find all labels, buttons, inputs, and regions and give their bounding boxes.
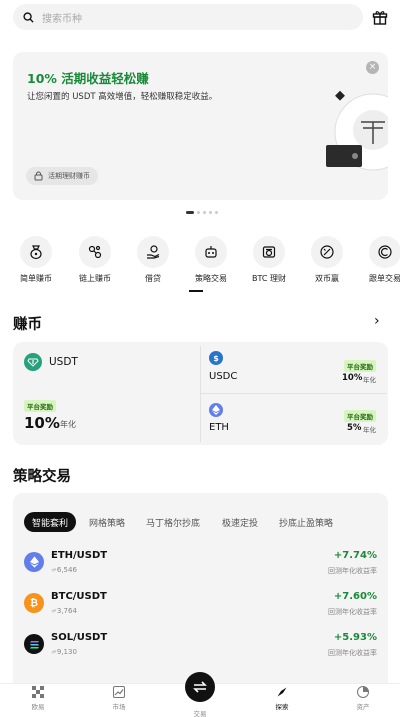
strategy-row-sol[interactable]: SOL/USDT ⩫9,130 +5.93% 回测年化收益率 bbox=[13, 627, 388, 665]
apr-label: 年化 bbox=[363, 376, 376, 384]
earn-item-eth[interactable]: ETH 平台奖励 5% 年化 bbox=[201, 394, 388, 445]
quickmenu-label: 策略交易 bbox=[195, 274, 227, 283]
btc-icon: ₿ bbox=[24, 593, 44, 613]
platform-reward-badge: 平台奖励 bbox=[24, 400, 56, 412]
quickmenu-label: BTC 理财 bbox=[251, 274, 287, 283]
pair-name: BTC/USDT bbox=[51, 591, 107, 602]
copy-trade-icon bbox=[378, 245, 392, 259]
earn-item-usdt[interactable]: USDT 平台奖励 10% 年化 bbox=[13, 342, 200, 445]
apr-value: +7.60% bbox=[333, 591, 377, 602]
apr-value: 10% bbox=[342, 373, 363, 383]
quickmenu-label: 简单赚币 bbox=[20, 274, 52, 283]
quickmenu-label: 借贷 bbox=[145, 274, 161, 283]
coin-name: ETH bbox=[209, 422, 229, 433]
search-input[interactable]: 搜索币种 bbox=[13, 4, 363, 30]
tab-smart-arbitrage[interactable]: 智能套利 bbox=[24, 512, 77, 532]
apr-value: 5% bbox=[347, 423, 362, 433]
loan-icon bbox=[147, 245, 160, 259]
quickmenu-onchain-earn[interactable]: 链上赚币 bbox=[65, 236, 125, 284]
tab-dca[interactable]: 极速定投 bbox=[222, 512, 258, 532]
apr-value: +7.74% bbox=[333, 550, 377, 561]
usdt-icon bbox=[24, 353, 42, 371]
quickmenu-btc-finance[interactable]: BTC 理财 bbox=[239, 236, 299, 284]
dual-coin-icon bbox=[320, 245, 334, 259]
platform-reward-badge: 平台奖励 bbox=[344, 360, 376, 372]
user-count: ⩫3,764 bbox=[51, 607, 77, 615]
chart-icon bbox=[113, 686, 125, 698]
quickmenu-loan[interactable]: 借贷 bbox=[123, 236, 183, 284]
nav-label: 资产 bbox=[356, 703, 370, 711]
quickmenu-label: 链上赚币 bbox=[79, 274, 111, 283]
eth-icon bbox=[24, 552, 44, 572]
nav-label: 市场 bbox=[112, 703, 126, 711]
earn-item-usdc[interactable]: $ USDC 平台奖励 10% 年化 bbox=[201, 342, 388, 393]
apr-value: +5.93% bbox=[333, 632, 377, 643]
quickmenu-strategy-trading[interactable]: 策略交易 bbox=[181, 236, 241, 284]
banner-illustration bbox=[326, 90, 388, 171]
nav-label: 探索 bbox=[275, 703, 289, 711]
nav-explore[interactable]: 探索 bbox=[257, 686, 307, 711]
nav-label: 欧易 bbox=[31, 703, 45, 711]
quickmenu-simple-earn[interactable]: 简单赚币 bbox=[6, 236, 66, 284]
apr-value: 10% bbox=[24, 414, 60, 432]
pair-name: ETH/USDT bbox=[51, 550, 108, 561]
robot-icon bbox=[205, 246, 217, 258]
quickmenu-copy-trading[interactable]: 跟单交易 bbox=[355, 236, 400, 284]
chevron-right-icon[interactable]: › bbox=[374, 313, 380, 329]
banner-subtitle: 让您闲置的 USDT 高效增值，轻松赚取稳定收益。 bbox=[27, 92, 218, 102]
quickmenu-active-indicator bbox=[189, 290, 203, 292]
pie-icon bbox=[357, 686, 369, 698]
pair-name: SOL/USDT bbox=[51, 632, 108, 643]
eth-icon bbox=[209, 403, 223, 417]
search-placeholder: 搜索币种 bbox=[42, 13, 82, 25]
platform-reward-badge: 平台奖励 bbox=[344, 410, 376, 422]
apr-label: 年化 bbox=[60, 420, 76, 429]
chain-icon bbox=[88, 245, 102, 259]
coin-name: USDT bbox=[49, 356, 78, 368]
moneybag-icon bbox=[30, 245, 42, 260]
nav-assets[interactable]: 资产 bbox=[338, 686, 388, 711]
quickmenu-label: 跟单交易 bbox=[369, 274, 400, 283]
lock-icon bbox=[34, 171, 43, 181]
apr-label: 年化 bbox=[363, 426, 376, 434]
quickmenu-dual-coin[interactable]: 双币赢 bbox=[297, 236, 357, 284]
user-count: ⩫9,130 bbox=[51, 648, 77, 656]
quickmenu-label: 双币赢 bbox=[315, 274, 339, 283]
promo-banner[interactable]: 10% 活期收益轻松赚 让您闲置的 USDT 高效增值，轻松赚取稳定收益。 活期… bbox=[13, 52, 388, 200]
btc-wallet-icon bbox=[262, 246, 276, 258]
sol-icon bbox=[24, 634, 44, 654]
trade-button[interactable] bbox=[185, 672, 215, 702]
coin-name: USDC bbox=[209, 371, 238, 382]
tab-martingale[interactable]: 马丁格尔抄底 bbox=[146, 512, 200, 532]
earn-section-title: 赚币 bbox=[13, 317, 42, 333]
nav-market[interactable]: 市场 bbox=[94, 686, 144, 711]
close-icon[interactable]: × bbox=[366, 61, 379, 74]
tab-grid[interactable]: 网格策略 bbox=[89, 512, 125, 532]
apr-label: 回测年化收益率 bbox=[328, 608, 377, 616]
strategy-row-eth[interactable]: ETH/USDT ⩫6,546 +7.74% 回测年化收益率 bbox=[13, 545, 388, 583]
banner-title: 10% 活期收益轻松赚 bbox=[27, 71, 149, 86]
gift-icon[interactable] bbox=[371, 8, 389, 26]
okx-logo-icon bbox=[32, 686, 44, 698]
banner-pagination bbox=[186, 211, 218, 214]
apr-label: 回测年化收益率 bbox=[328, 567, 377, 575]
nav-label: 交易 bbox=[193, 710, 207, 717]
nav-home[interactable]: 欧易 bbox=[13, 686, 63, 711]
strategy-row-btc[interactable]: ₿ BTC/USDT ⩫3,764 +7.60% 回测年化收益率 bbox=[13, 586, 388, 624]
search-icon bbox=[23, 11, 34, 23]
tab-take-profit[interactable]: 抄底止盈策略 bbox=[279, 512, 333, 532]
apr-label: 回测年化收益率 bbox=[328, 649, 377, 657]
swap-icon bbox=[193, 681, 207, 693]
banner-chip-label: 活期理财赚币 bbox=[48, 172, 90, 180]
user-count: ⩫6,546 bbox=[51, 566, 77, 574]
strategy-section-title: 策略交易 bbox=[13, 469, 71, 485]
compass-icon bbox=[277, 687, 287, 697]
usdc-icon: $ bbox=[209, 351, 223, 365]
banner-chip[interactable]: 活期理财赚币 bbox=[26, 167, 98, 185]
